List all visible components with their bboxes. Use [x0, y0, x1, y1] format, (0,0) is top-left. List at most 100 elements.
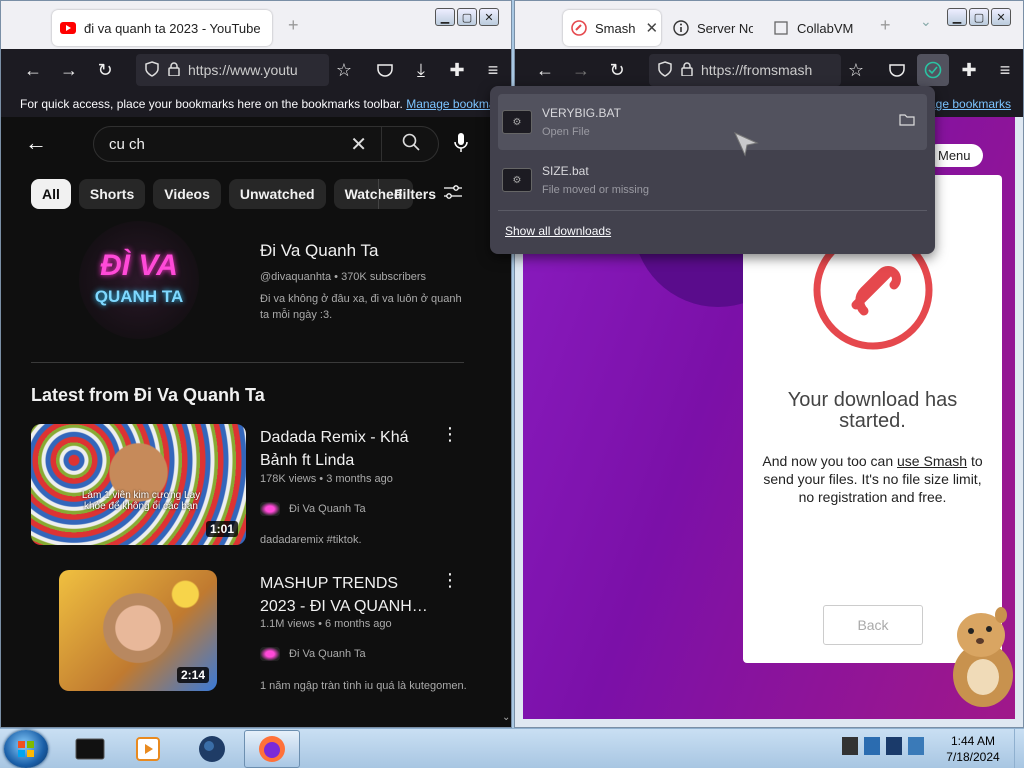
show-desktop-button[interactable] — [1014, 729, 1024, 768]
section-title: Latest from Đi Va Quanh Ta — [31, 385, 265, 405]
maximize-button[interactable]: ▢ — [457, 8, 477, 26]
new-tab-button[interactable]: + — [288, 15, 299, 36]
channel-name[interactable]: Đi Va Quanh Ta — [260, 241, 378, 261]
nav-toolbar: ← → ↻ https://fromsmash ☆ ✚ ≡ — [515, 49, 1023, 91]
search-input[interactable]: cu ch ✕ — [93, 126, 439, 162]
menu-icon[interactable]: ≡ — [987, 49, 1023, 91]
use-smash-link[interactable]: use Smash — [897, 453, 967, 469]
download-item[interactable]: ⚙ SIZE.bat File moved or missing — [498, 152, 927, 208]
extensions-icon[interactable]: ✚ — [951, 49, 987, 91]
window-controls: ▁ ▢ ✕ — [435, 8, 499, 26]
downloads-panel: ⚙ VERYBIG.BAT Open File ⚙ SIZE.bat File … — [490, 86, 935, 254]
new-tab-button[interactable]: + — [880, 15, 891, 36]
download-filename: SIZE.bat — [542, 164, 589, 178]
divider — [498, 210, 927, 211]
video-item[interactable]: 2:14 MASHUP TRENDS 2023 - ĐI VA QUANH… 1… — [1, 570, 501, 694]
search-row: ← cu ch ✕ — [1, 126, 501, 162]
video-description: 1 năm ngập tràn tình iu quá là kutegomen… — [260, 680, 467, 692]
divider — [31, 362, 464, 363]
tab-server-not-found[interactable]: Server Not — [665, 10, 753, 46]
bookmark-star-icon[interactable]: ☆ — [329, 49, 359, 91]
tab-title: Smash — [595, 20, 636, 36]
lock-icon — [681, 61, 693, 79]
taskbar-media-player[interactable] — [120, 730, 176, 768]
video-title[interactable]: Dadada Remix - Khá Bảnh ft Linda — [260, 426, 430, 472]
close-window-button[interactable]: ✕ — [991, 8, 1011, 26]
tray-monitor-icon[interactable] — [864, 737, 880, 755]
reload-icon[interactable]: ↻ — [599, 49, 635, 91]
channel-card[interactable]: ĐÌ VA QUANH TA Đi Va Quanh Ta @divaquanh… — [1, 221, 501, 341]
taskbar-globe[interactable] — [184, 730, 240, 768]
manage-bookmarks-link[interactable]: Manage bookmar — [406, 97, 499, 111]
channel-avatar[interactable]: ĐÌ VA QUANH TA — [79, 221, 199, 339]
close-tab-icon[interactable]: ✕ — [635, 19, 658, 37]
tab-youtube[interactable]: đi va quanh ta 2023 - YouTube ✕ — [52, 10, 272, 46]
video-item[interactable]: Làm 1 viên kim cương Lay khỏe để không ổ… — [1, 424, 501, 548]
clear-search-icon[interactable]: ✕ — [350, 132, 367, 157]
pocket-icon[interactable] — [367, 49, 403, 91]
taskbar-terminal[interactable] — [62, 730, 118, 768]
more-options-icon[interactable]: ⋮ — [441, 424, 459, 445]
folder-icon[interactable] — [899, 113, 915, 131]
firefox-icon — [259, 736, 285, 762]
channel-description: Đi va không ở đâu xa, đi va luôn ở quanh… — [260, 293, 462, 321]
tab-smash[interactable]: Smash ✕ — [563, 10, 661, 46]
filter-chips: All Shorts Videos Unwatched Watched — [31, 179, 414, 209]
back-button[interactable]: Back — [823, 605, 923, 645]
menu-icon[interactable]: ≡ — [475, 49, 511, 91]
start-button[interactable] — [4, 730, 48, 768]
downloads-icon[interactable]: ⤓ — [403, 49, 439, 91]
tab-list-icon[interactable]: ⌄ — [920, 13, 932, 30]
url-bar[interactable]: https://www.youtu — [136, 54, 329, 86]
downloads-done-icon[interactable] — [917, 54, 949, 86]
close-tab-icon[interactable]: ✕ — [261, 19, 272, 37]
minimize-button[interactable]: ▁ — [947, 8, 967, 26]
extensions-icon[interactable]: ✚ — [439, 49, 475, 91]
tray-network-icon[interactable] — [886, 737, 902, 755]
pocket-icon[interactable] — [879, 49, 915, 91]
tab-title: CollabVM — [797, 20, 854, 36]
taskbar-firefox[interactable] — [244, 730, 300, 768]
video-thumbnail[interactable]: Làm 1 viên kim cương Lay khỏe để không ổ… — [31, 424, 246, 545]
search-icon[interactable] — [402, 133, 420, 156]
chip-all[interactable]: All — [31, 179, 71, 209]
nav-toolbar: ← → ↻ https://www.youtu ☆ ⤓ ✚ ≡ — [1, 49, 511, 91]
bookmark-star-icon[interactable]: ☆ — [841, 49, 871, 91]
shield-icon — [144, 60, 160, 80]
tray-app-icon[interactable] — [908, 737, 924, 755]
microphone-icon[interactable] — [453, 132, 469, 159]
back-arrow-icon[interactable]: ← — [25, 130, 47, 156]
url-text: https://www.youtu — [188, 62, 298, 78]
more-options-icon[interactable]: ⋮ — [441, 570, 459, 591]
video-duration: 1:01 — [205, 521, 238, 537]
bookmarks-message: For quick access, place your bookmarks h… — [20, 97, 403, 111]
show-all-downloads-link[interactable]: Show all downloads — [505, 224, 611, 238]
manage-bookmarks-link[interactable]: age bookmarks — [929, 97, 1011, 111]
url-bar[interactable]: https://fromsmash — [649, 54, 841, 86]
close-window-button[interactable]: ✕ — [479, 8, 499, 26]
back-icon[interactable]: ← — [15, 49, 51, 91]
download-item[interactable]: ⚙ VERYBIG.BAT Open File — [498, 94, 927, 150]
forward-icon[interactable]: → — [51, 49, 87, 91]
video-channel[interactable]: Đi Va Quanh Ta — [260, 647, 366, 661]
tray-up-icon[interactable] — [842, 737, 858, 755]
chip-unwatched[interactable]: Unwatched — [228, 179, 326, 209]
download-status: Open File — [542, 126, 590, 138]
thumbnail-caption: Làm 1 viên kim cương Lay khỏe để không ổ… — [81, 490, 201, 512]
globe-icon — [199, 736, 225, 762]
youtube-browser-window: đi va quanh ta 2023 - YouTube ✕ + ▁ ▢ ✕ … — [0, 0, 512, 728]
tab-collabvm[interactable]: CollabVM — [765, 10, 857, 46]
reload-icon[interactable]: ↻ — [87, 49, 123, 91]
video-title[interactable]: MASHUP TRENDS 2023 - ĐI VA QUANH… — [260, 572, 430, 618]
back-icon[interactable]: ← — [527, 49, 563, 91]
video-channel[interactable]: Đi Va Quanh Ta — [260, 502, 366, 516]
maximize-button[interactable]: ▢ — [969, 8, 989, 26]
chip-shorts[interactable]: Shorts — [78, 179, 146, 209]
chip-videos[interactable]: Videos — [153, 179, 221, 209]
filters-button[interactable]: Filters — [394, 185, 463, 202]
minimize-button[interactable]: ▁ — [435, 8, 455, 26]
video-thumbnail[interactable]: 2:14 — [59, 570, 217, 691]
video-duration: 2:14 — [176, 667, 209, 683]
media-player-icon — [136, 737, 160, 761]
clock[interactable]: 1:44 AM 7/18/2024 — [938, 733, 1008, 765]
